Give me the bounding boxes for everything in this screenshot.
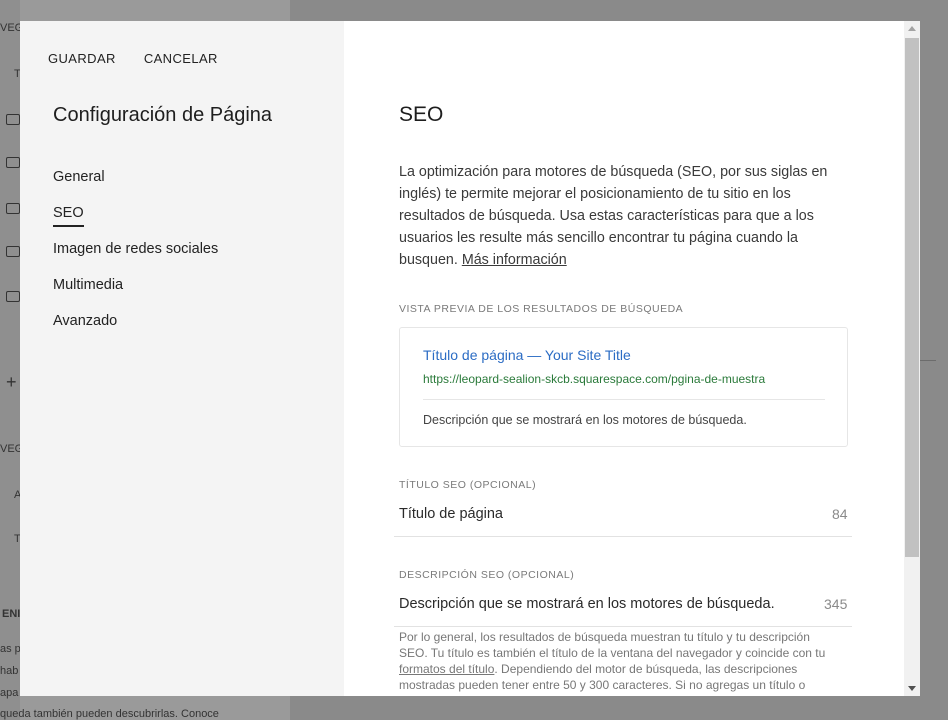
settings-sidebar: GUARDAR CANCELAR Configuración de Página… [20, 21, 344, 696]
nav-item-label: Imagen de redes sociales [53, 241, 219, 257]
preview-divider [423, 399, 825, 400]
seo-intro: La optimización para motores de búsqueda… [399, 161, 854, 271]
nav-item-label: General [53, 169, 105, 185]
cancel-button[interactable]: CANCELAR [144, 51, 218, 66]
nav-item-seo[interactable]: SEO [53, 204, 218, 240]
preview-title: Título de página — Your Site Title [423, 347, 631, 363]
seo-title-field[interactable]: Título de página [399, 506, 503, 522]
seo-description-field[interactable]: Descripción que se mostrará en los motor… [399, 596, 775, 612]
field-divider [394, 626, 852, 627]
nav-item-label: SEO [53, 205, 84, 227]
page-icon [6, 157, 20, 168]
nav-item-label: Avanzado [53, 313, 118, 329]
nav-item-media[interactable]: Multimedia [53, 276, 218, 312]
nav-item-general[interactable]: General [53, 168, 218, 204]
preview-label: VISTA PREVIA DE LOS RESULTADOS DE BÚSQUE… [399, 303, 684, 315]
seo-panel: SEO La optimización para motores de búsq… [344, 21, 904, 696]
bg-paragraph-line: apa [0, 687, 19, 699]
seo-description-char-count: 345 [824, 596, 848, 612]
scroll-down-arrow-icon[interactable] [908, 686, 916, 691]
save-button[interactable]: GUARDAR [48, 51, 116, 66]
page-icon [6, 291, 20, 302]
background-divider [920, 360, 936, 361]
more-info-link[interactable]: Más información [462, 252, 567, 268]
field-divider [394, 536, 852, 537]
nav-item-advanced[interactable]: Avanzado [53, 312, 218, 348]
preview-description: Descripción que se mostrará en los motor… [423, 413, 747, 427]
helper-text-part: Por lo general, los resultados de búsque… [399, 630, 826, 660]
scrollbar-thumb[interactable] [905, 38, 919, 557]
bg-item: ENI [2, 608, 21, 620]
nav-item-label: Multimedia [53, 277, 124, 293]
page-icon [6, 114, 20, 125]
nav-item-social-image[interactable]: Imagen de redes sociales [53, 240, 218, 276]
page-settings-modal: GUARDAR CANCELAR Configuración de Página… [20, 21, 920, 696]
plus-icon: + [6, 372, 17, 392]
panel-title: SEO [399, 103, 444, 126]
search-preview-card: Título de página — Your Site Title https… [399, 327, 848, 447]
bg-paragraph-line: hab [0, 665, 19, 677]
page-icon [6, 203, 20, 214]
page-icon [6, 246, 20, 257]
seo-title-label: TÍTULO SEO (OPCIONAL) [399, 479, 537, 491]
seo-description-label: DESCRIPCIÓN SEO (OPCIONAL) [399, 569, 575, 581]
bg-paragraph-line: queda también pueden descubrirlas. Conoc… [0, 708, 219, 720]
sidebar-title: Configuración de Página [53, 104, 273, 126]
seo-helper-text: Por lo general, los resultados de búsque… [399, 629, 839, 693]
preview-url: https://leopard-sealion-skcb.squarespace… [423, 372, 766, 386]
scrollbar[interactable] [904, 21, 920, 696]
title-formats-link[interactable]: formatos del título [399, 662, 494, 676]
modal-actions: GUARDAR CANCELAR [48, 51, 218, 66]
scroll-up-arrow-icon[interactable] [908, 26, 916, 31]
bg-paragraph-line: as p [0, 643, 21, 655]
seo-title-char-count: 84 [832, 506, 848, 522]
settings-nav: General SEO Imagen de redes sociales Mul… [53, 168, 218, 348]
